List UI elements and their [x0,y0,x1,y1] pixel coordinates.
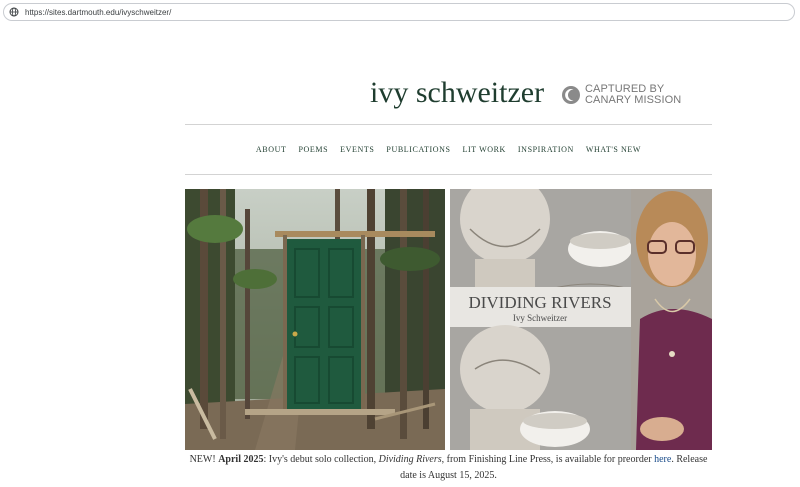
forest-door-image [185,189,445,450]
cover-title: DIVIDING RIVERS [468,293,611,312]
book-title: Dividing Rivers [378,454,442,465]
header-divider [185,124,712,125]
url-input[interactable] [25,5,725,19]
cover-author: Ivy Schweitzer [513,313,567,323]
badge-text: CAPTURED BY CANARY MISSION [585,84,681,106]
preorder-link[interactable]: here [654,454,671,465]
announcement-caption: NEW! April 2025: Ivy's debut solo collec… [185,452,712,484]
caption-text-2: , from Finishing Line Press, is availabl… [441,454,655,465]
nav-item-poems[interactable]: POEMS [298,145,328,154]
new-label: NEW! [189,454,216,465]
badge-line-2: CANARY MISSION [585,94,682,106]
nav-item-publications[interactable]: PUBLICATIONS [386,145,450,154]
nav-item-inspiration[interactable]: INSPIRATION [518,145,574,154]
nav-divider [185,174,712,175]
nav-item-events[interactable]: EVENTS [340,145,374,154]
nav-item-about[interactable]: ABOUT [256,145,287,154]
globe-icon [9,7,19,17]
nav-item-whats-new[interactable]: WHAT'S NEW [586,145,641,154]
main-nav: ABOUT POEMS EVENTS PUBLICATIONS LIT WORK… [185,145,712,154]
caption-text-1: : Ivy's debut solo collection, [263,454,379,465]
address-bar[interactable] [3,3,795,21]
canary-icon [561,85,581,105]
canary-mission-badge[interactable]: CAPTURED BY CANARY MISSION [561,84,681,106]
nav-item-lit-work[interactable]: LIT WORK [463,145,506,154]
book-cover-image: DIVIDING RIVERS Ivy Schweitzer [450,189,712,450]
site-title[interactable]: ivy schweitzer [370,76,544,110]
announcement-date: April 2025 [218,454,264,465]
